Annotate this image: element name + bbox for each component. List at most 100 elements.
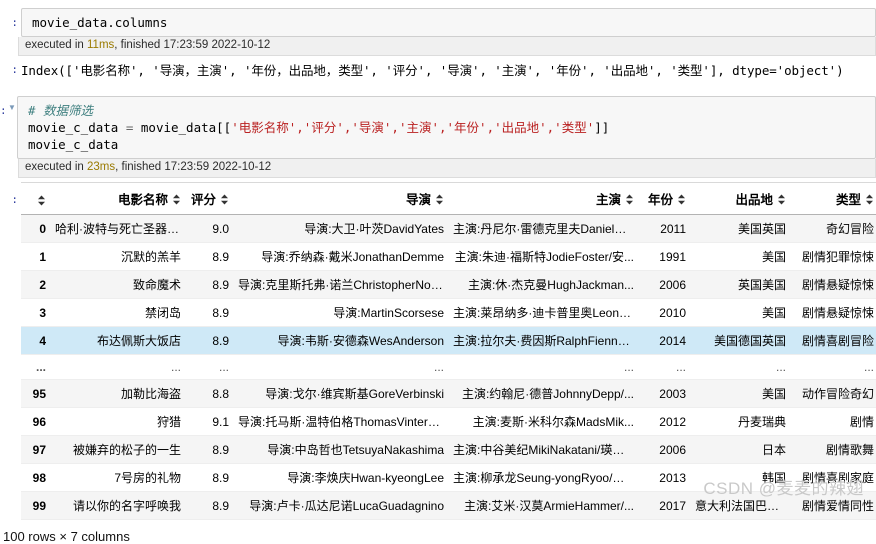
cell-类型: 剧情歌舞 (791, 435, 876, 464)
table-row[interactable]: 0 哈利·波特与死亡圣器(下) 9.0 导演:大卫·叶茨DavidYates 主演:丹尼… (21, 214, 876, 243)
cell-类型: 动作冒险奇幻 (791, 379, 876, 408)
dataframe-scroll-area[interactable]: 电影名称 评分 导演 主演 年份 出品地 类型 0 哈利·波特与死亡圣器(下) 9.0 导演:大卫… (21, 182, 876, 520)
sort-toggle-icon[interactable] (435, 194, 444, 205)
output-1-text: Index(['电影名称', '导演，主演', '年份，出品地，类型', '评分… (21, 63, 844, 78)
cell-1-code-line-1: movie_data.columns (32, 15, 168, 30)
cell-出品地: 美国 (691, 379, 791, 408)
dataframe-table: 电影名称 评分 导演 主演 年份 出品地 类型 0 哈利·波特与死亡圣器(下) 9.0 导演:大卫… (21, 182, 876, 520)
dataframe-header-row: 电影名称 评分 导演 主演 年份 出品地 类型 (21, 182, 876, 215)
cell-主演: ... (449, 354, 639, 380)
dataframe-header-label: 电影名称 (117, 193, 168, 207)
table-row[interactable]: 96 狩猎 9.1 导演:托马斯·温特伯格ThomasVinterberg 主演:麦斯·… (21, 407, 876, 436)
row-index: 4 (21, 326, 51, 355)
dataframe-header-label: 年份 (647, 193, 673, 207)
table-row[interactable]: 2 致命魔术 8.9 导演:克里斯托弗·诺兰ChristopherNolan 主演:休·… (21, 270, 876, 299)
cell-导演: 导演:乔纳森·戴米JonathanDemme (234, 242, 449, 271)
sort-toggle-icon[interactable] (865, 194, 874, 205)
cell-出品地: 美国英国 (691, 214, 791, 243)
cell-主演: 主演:拉尔夫·费因斯RalphFiennes/... (449, 326, 639, 355)
dataframe-header-index[interactable] (21, 182, 51, 215)
row-index: 99 (21, 491, 51, 520)
cell-评分: 8.9 (186, 270, 234, 299)
sort-toggle-icon[interactable] (625, 194, 634, 205)
cell-主演: 主演:麦斯·米科尔森MadsMik... (449, 407, 639, 436)
dataframe-header-cell-2[interactable]: 导演 (234, 182, 449, 215)
cell-类型: 奇幻冒险 (791, 214, 876, 243)
cell-年份: 2006 (639, 270, 691, 299)
sort-toggle-icon[interactable] (677, 194, 686, 205)
cell-2-comment: # 数据筛选 (28, 103, 94, 118)
cell-电影名称: ... (51, 354, 186, 380)
cell-主演: 主演:朱迪·福斯特JodieFoster/安... (449, 242, 639, 271)
notebook-cell-2[interactable]: : ▼ # 数据筛选 movie_c_data = movie_data[['电… (0, 96, 876, 159)
dataframe-header-cell-0[interactable]: 电影名称 (51, 182, 186, 215)
dataframe-header-cell-3[interactable]: 主演 (449, 182, 639, 215)
cell-类型: 剧情犯罪惊悚 (791, 242, 876, 271)
dataframe-header-cell-5[interactable]: 出品地 (691, 182, 791, 215)
cell-出品地: 丹麦瑞典 (691, 407, 791, 436)
cell-1-exec-status: executed in 11ms, finished 17:23:59 2022… (18, 37, 876, 56)
cell-出品地: 美国 (691, 242, 791, 271)
cell-年份: 2010 (639, 298, 691, 327)
cell-主演: 主演:丹尼尔·雷德克里夫DanielRadcliffe... (449, 214, 639, 243)
notebook-cell-1[interactable]: : movie_data.columns (0, 8, 876, 37)
row-index: 3 (21, 298, 51, 327)
sort-toggle-icon[interactable] (777, 194, 786, 205)
cell-2-code-editor[interactable]: # 数据筛选 movie_c_data = movie_data[['电影名称'… (17, 96, 876, 159)
dataframe-header-label: 评分 (190, 193, 216, 207)
sort-toggle-icon[interactable] (37, 195, 46, 206)
cell-出品地: 日本 (691, 435, 791, 464)
dataframe-header: 电影名称 评分 导演 主演 年份 出品地 类型 (21, 182, 876, 215)
cell-1-exec-tail: , finished 17:23:59 2022-10-12 (114, 39, 271, 51)
cell-2-code-line-2: movie_c_data = movie_data[['电影名称','评分','… (28, 119, 869, 136)
dataframe-header-cell-6[interactable]: 类型 (791, 182, 876, 215)
cell-电影名称: 被嫌弃的松子的一生 (51, 435, 186, 464)
cell-年份: ... (639, 354, 691, 380)
cell-出品地: 英国美国 (691, 270, 791, 299)
output-1-prompt: : (11, 63, 18, 76)
cell-2-exec-tail: , finished 17:23:59 2022-10-12 (115, 161, 272, 173)
row-index: 98 (21, 463, 51, 492)
cell-导演: ... (234, 354, 449, 380)
dataframe-header-label: 类型 (835, 193, 861, 207)
cell-2-code-line-1: # 数据筛选 (28, 102, 869, 119)
row-index: 97 (21, 435, 51, 464)
cell-年份: 2011 (639, 214, 691, 243)
cell-主演: 主演:中谷美纪MikiNakatani/瑛太E... (449, 435, 639, 464)
table-row[interactable]: 95 加勒比海盗 8.8 导演:戈尔·维宾斯基GoreVerbinski 主演:约翰尼·… (21, 379, 876, 408)
cell-主演: 主演:柳承龙Seung-yongRyoo/朴信惠Shi... (449, 463, 639, 492)
cell-年份: 2003 (639, 379, 691, 408)
dataframe-shape-label: 100 rows × 7 columns (3, 529, 130, 544)
cell-1-prompt: : (11, 16, 18, 29)
output-1: : Index(['电影名称', '导演，主演', '年份，出品地，类型', '… (0, 62, 876, 80)
cell-电影名称: 7号房的礼物 (51, 463, 186, 492)
cell-电影名称: 沉默的羔羊 (51, 242, 186, 271)
table-row[interactable]: 3 禁闭岛 8.9 导演:MartinScorsese 主演:莱昂纳多·迪卡普里奥Leo… (21, 298, 876, 327)
cell-类型: 剧情喜剧冒险 (791, 326, 876, 355)
row-index: 0 (21, 214, 51, 243)
cell-2-exec-head: executed in (25, 161, 88, 173)
cell-类型: 剧情悬疑惊悚 (791, 270, 876, 299)
cell-类型: ... (791, 354, 876, 380)
cell-电影名称: 致命魔术 (51, 270, 186, 299)
cell-电影名称: 狩猎 (51, 407, 186, 436)
row-index: 96 (21, 407, 51, 436)
cell-评分: 9.0 (186, 214, 234, 243)
cell-主演: 主演:莱昂纳多·迪卡普里奥LeonardoDiCaprio/... (449, 298, 639, 327)
table-row[interactable]: 1 沉默的羔羊 8.9 导演:乔纳森·戴米JonathanDemme 主演:朱迪·福斯特… (21, 242, 876, 271)
dataframe-ellipsis-row[interactable]: ........................ (21, 354, 876, 380)
cell-出品地: 美国 (691, 298, 791, 327)
cell-2-indexer-open: movie_data[[ (133, 120, 232, 135)
table-row[interactable]: 97 被嫌弃的松子的一生 8.9 导演:中岛哲也TetsuyaNakashima 主演:… (21, 435, 876, 464)
cell-导演: 导演:大卫·叶茨DavidYates (234, 214, 449, 243)
row-index: 2 (21, 270, 51, 299)
dataframe-header-cell-4[interactable]: 年份 (639, 182, 691, 215)
cell-1-code-editor[interactable]: movie_data.columns (21, 8, 876, 37)
dataframe-header-cell-1[interactable]: 评分 (186, 182, 234, 215)
sort-toggle-icon[interactable] (172, 194, 181, 205)
table-row[interactable]: 4 布达佩斯大饭店 8.9 导演:韦斯·安德森WesAnderson 主演:拉尔夫·费因… (21, 326, 876, 355)
cell-年份: 2012 (639, 407, 691, 436)
cell-出品地: 美国德国英国 (691, 326, 791, 355)
cell-评分: 8.9 (186, 326, 234, 355)
sort-toggle-icon[interactable] (220, 194, 229, 205)
